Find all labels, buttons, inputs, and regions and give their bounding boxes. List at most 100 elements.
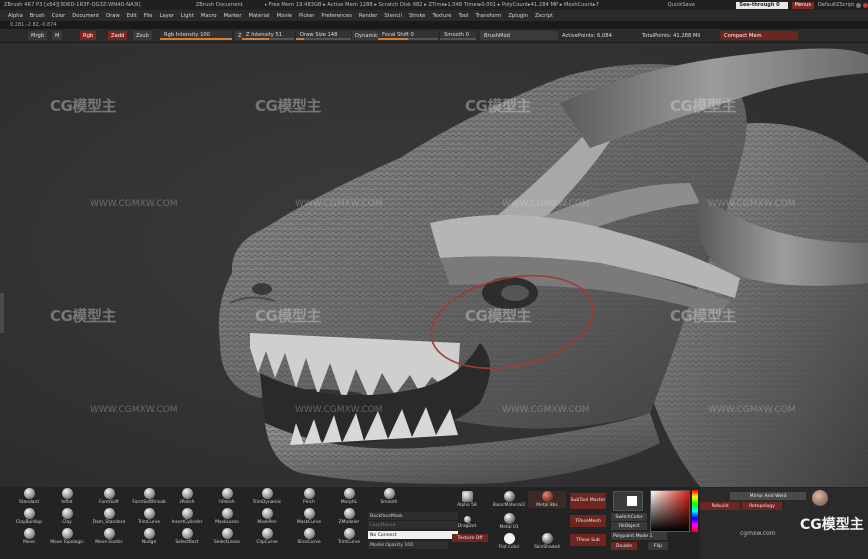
zsub-button[interactable]: Zsub [133,31,152,40]
menu-item-light[interactable]: Light [181,13,194,19]
metal-sbs-thumb[interactable]: Metal 8bs [528,491,566,508]
rebuild-button[interactable]: Rebuild [700,502,740,510]
tposemesh-button[interactable]: TPoseMesh [570,515,606,527]
watermark-url: WWW.CGMXW.COM [90,199,178,209]
menu-item-macro[interactable]: Macro [201,13,217,19]
brush-clipcurve[interactable]: ClipCurve [248,528,286,545]
texture-off-button[interactable]: Texture Off [452,534,488,542]
subtool-master-button[interactable]: SubTool Master [570,493,606,509]
flip-button[interactable]: Flip [648,542,668,550]
menu-item-color[interactable]: Color [52,13,66,19]
basic-material-thumb[interactable]: BasicMaterial2 [490,491,528,508]
brush-masklasso[interactable]: MaskLasso [208,508,246,525]
menu-item-movie[interactable]: Movie [277,13,292,19]
retopology-button[interactable]: Retopology [742,502,782,510]
double-button[interactable]: Double [611,542,637,550]
menu-item-transform[interactable]: Transform [476,13,502,19]
brush-pinch[interactable]: Pinch [290,488,328,505]
zadd-button[interactable]: Zadd [108,31,128,40]
brush-trimcurve[interactable]: TrimCurve [330,528,368,545]
menu-item-preferences[interactable]: Preferences [321,13,352,19]
menu-item-stencil[interactable]: Stencil [384,13,402,19]
rgb-button[interactable]: Rgb [80,31,97,40]
menu-item-texture[interactable]: Texture [432,13,451,19]
brush-name-field[interactable]: BrushMod [480,31,558,40]
brush-morphl[interactable]: MorphL [330,488,368,505]
z-intensity-slider[interactable]: Z Intensity 51 [242,31,294,40]
main-color-swatch[interactable] [613,491,643,511]
model-opacity-slider[interactable]: Model Opacity 100 [368,541,448,549]
brush-formsoft[interactable]: FormSoft [90,488,128,505]
left-tray-handle[interactable] [0,293,4,333]
flat-color-thumb[interactable]: Flat Color [490,533,528,550]
alpha-icon [461,491,473,502]
menu-item-marker[interactable]: Marker [224,13,242,19]
polypaint-mode-slider[interactable]: Polypaint Mode 1 [611,532,667,540]
smooth-slider[interactable]: Smooth 0 [440,31,476,40]
menu-item-zplugin[interactable]: Zplugin [508,13,528,19]
m-button[interactable]: M [52,31,63,40]
focal-shift-slider[interactable]: Focal Shift 0 [378,31,438,40]
mirror-and-weld-button[interactable]: Mirror And Weld [730,492,806,500]
brush-trimcurve[interactable]: TrimCurve [130,508,168,525]
menu-item-stroke[interactable]: Stroke [409,13,426,19]
minimize-icon[interactable] [856,2,862,8]
brush-dam-standard[interactable]: Dam_Standard [90,508,128,525]
tpose-sub-button[interactable]: TPose Sub [570,534,606,546]
draw-size-slider[interactable]: Draw Size 148 [296,31,351,40]
brush-trimdynamic[interactable]: TrimDynamic [248,488,286,505]
menu-item-draw[interactable]: Draw [106,13,120,19]
brush-zmodeler[interactable]: ZModeler [330,508,368,525]
close-icon[interactable] [863,2,868,8]
no-connect-toggle[interactable]: No Connect [368,531,458,539]
brush-move[interactable]: Move [10,528,48,545]
lazymouse-toggle[interactable]: LazyMouse [368,521,458,529]
hue-slider[interactable] [692,490,698,532]
brush-selectlasso[interactable]: SelectLasso [208,528,246,545]
dynamic-button[interactable]: Dynamic [352,31,381,40]
menu-item-picker[interactable]: Picker [299,13,314,19]
brush-insertcylinder[interactable]: InsertCylinder [168,508,206,525]
dragdot-stroke[interactable]: DragDot [448,516,486,529]
see-through-slider[interactable]: See-through 0 [736,1,788,9]
compact-mem-button[interactable]: Compact Mem [720,31,798,40]
quicksave-button[interactable]: QuickSave [668,2,737,8]
canvas-viewport[interactable]: CG模型主 CG模型主 CG模型主 CG模型主 WWW.CGMXW.COM WW… [0,43,868,487]
menu-item-tool[interactable]: Tool [458,13,468,19]
backface-mask-toggle[interactable]: BackfaceMask [368,512,458,520]
brush-zpolish[interactable]: zPolish [168,488,206,505]
brush-hpolish[interactable]: hPolish [208,488,246,505]
brush-slicecurve[interactable]: SliceCurve [290,528,328,545]
menu-item-file[interactable]: File [144,13,153,19]
menu-item-zscript[interactable]: Zscript [535,13,553,19]
rgb-intensity-slider[interactable]: Rgb Intensity 100 [160,31,232,40]
alpha-thumbnail[interactable]: Alpha 58 [448,491,486,508]
mrgb-button[interactable]: Mrgb [28,31,48,40]
brush-inflat[interactable]: Inflat [48,488,86,505]
menus-button[interactable]: Menus [791,1,814,9]
brush-formsoftrnsab[interactable]: FormSoftRnsab [130,488,168,505]
menu-item-alpha[interactable]: Alpha [8,13,23,19]
default-zscript-button[interactable]: DefaultZScript [818,2,854,8]
menu-item-brush[interactable]: Brush [30,13,45,19]
brush-clay[interactable]: Clay [48,508,86,525]
brush-standard[interactable]: Standard [10,488,48,505]
menu-item-edit[interactable]: Edit [127,13,137,19]
color-picker[interactable] [650,490,690,532]
metal-material-thumb[interactable]: Metal 01 [490,513,528,530]
menu-item-layer[interactable]: Layer [159,13,173,19]
brush-nudge[interactable]: Nudge [130,528,168,545]
brush-maskcurve[interactable]: MaskCurve [290,508,328,525]
fillobject-button[interactable]: FillObject [611,522,647,530]
switchcolor-button[interactable]: SwitchColor [611,513,647,521]
brush-claybuildup[interactable]: ClayBuildup [10,508,48,525]
brush-move-topologic[interactable]: Move Topologic [48,528,86,545]
brush-selectrect[interactable]: SelectRect [168,528,206,545]
menu-item-document[interactable]: Document [72,13,99,19]
menu-item-render[interactable]: Render [359,13,377,19]
brush-smooth[interactable]: Smooth [370,488,408,505]
brush-move-elastic[interactable]: Move Elastic [90,528,128,545]
menu-item-material[interactable]: Material [249,13,270,19]
skinshade-thumb[interactable]: SkinShade4 [528,533,566,550]
brush-maskpen[interactable]: MaskPen [248,508,286,525]
